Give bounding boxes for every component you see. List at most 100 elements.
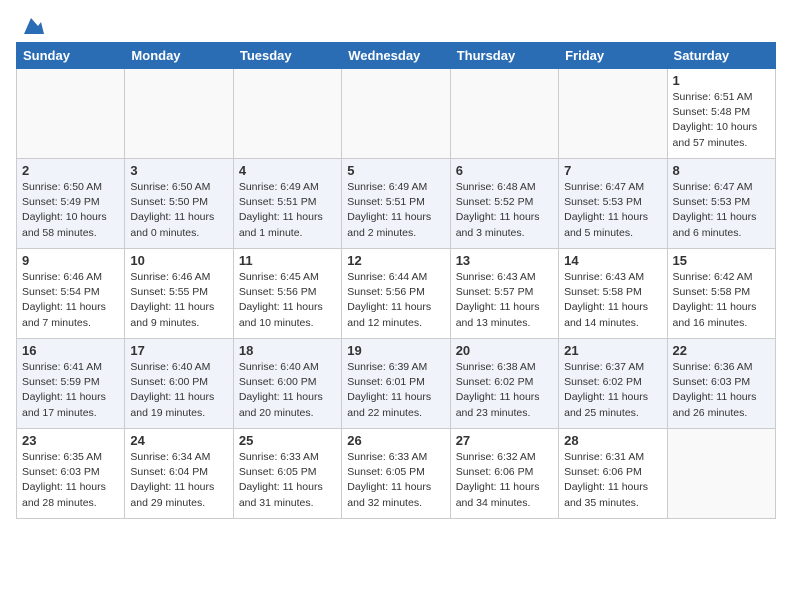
calendar-cell: 25 Sunrise: 6:33 AM Sunset: 6:05 PM Dayli…: [233, 429, 341, 519]
day-number: 4: [239, 163, 336, 178]
day-number: 5: [347, 163, 444, 178]
calendar-cell: 11 Sunrise: 6:45 AM Sunset: 5:56 PM Dayli…: [233, 249, 341, 339]
col-header-tuesday: Tuesday: [233, 43, 341, 69]
calendar-cell: 6Sunrise: 6:48 AM Sunset: 5:52 PM Daylig…: [450, 159, 558, 249]
day-info: Sunrise: 6:38 AM Sunset: 6:02 PM Dayligh…: [456, 360, 553, 421]
day-number: 10: [130, 253, 227, 268]
day-info: Sunrise: 6:51 AM Sunset: 5:48 PM Dayligh…: [673, 90, 770, 151]
col-header-friday: Friday: [559, 43, 667, 69]
day-number: 2: [22, 163, 119, 178]
day-number: 26: [347, 433, 444, 448]
day-number: 27: [456, 433, 553, 448]
day-info: Sunrise: 6:31 AM Sunset: 6:06 PM Dayligh…: [564, 450, 661, 511]
calendar-cell: [450, 69, 558, 159]
calendar-cell: 15 Sunrise: 6:42 AM Sunset: 5:58 PM Dayli…: [667, 249, 775, 339]
day-number: 15: [673, 253, 770, 268]
col-header-monday: Monday: [125, 43, 233, 69]
day-number: 1: [673, 73, 770, 88]
day-info: Sunrise: 6:45 AM Sunset: 5:56 PM Dayligh…: [239, 270, 336, 331]
calendar-cell: [559, 69, 667, 159]
day-info: Sunrise: 6:41 AM Sunset: 5:59 PM Dayligh…: [22, 360, 119, 421]
calendar-cell: [667, 429, 775, 519]
day-number: 13: [456, 253, 553, 268]
calendar-cell: 9 Sunrise: 6:46 AM Sunset: 5:54 PM Daylig…: [17, 249, 125, 339]
calendar-cell: 2 Sunrise: 6:50 AM Sunset: 5:49 PM Daylig…: [17, 159, 125, 249]
calendar-cell: [125, 69, 233, 159]
day-info: Sunrise: 6:36 AM Sunset: 6:03 PM Dayligh…: [673, 360, 770, 421]
calendar-cell: 14 Sunrise: 6:43 AM Sunset: 5:58 PM Dayli…: [559, 249, 667, 339]
calendar-cell: 22 Sunrise: 6:36 AM Sunset: 6:03 PM Dayli…: [667, 339, 775, 429]
day-info: Sunrise: 6:46 AM Sunset: 5:55 PM Dayligh…: [130, 270, 227, 331]
day-number: 22: [673, 343, 770, 358]
calendar-table: SundayMondayTuesdayWednesdayThursdayFrid…: [16, 42, 776, 519]
day-info: Sunrise: 6:40 AM Sunset: 6:00 PM Dayligh…: [239, 360, 336, 421]
day-number: 21: [564, 343, 661, 358]
calendar-cell: 19 Sunrise: 6:39 AM Sunset: 6:01 PM Dayli…: [342, 339, 450, 429]
calendar-cell: 27 Sunrise: 6:32 AM Sunset: 6:06 PM Dayli…: [450, 429, 558, 519]
calendar-cell: 13 Sunrise: 6:43 AM Sunset: 5:57 PM Dayli…: [450, 249, 558, 339]
day-number: 12: [347, 253, 444, 268]
calendar-cell: 4 Sunrise: 6:49 AM Sunset: 5:51 PM Daylig…: [233, 159, 341, 249]
day-number: 28: [564, 433, 661, 448]
day-info: Sunrise: 6:32 AM Sunset: 6:06 PM Dayligh…: [456, 450, 553, 511]
day-number: 11: [239, 253, 336, 268]
calendar-cell: 26 Sunrise: 6:33 AM Sunset: 6:05 PM Dayli…: [342, 429, 450, 519]
day-number: 24: [130, 433, 227, 448]
page-header: [16, 16, 776, 30]
day-number: 3: [130, 163, 227, 178]
calendar-cell: 20 Sunrise: 6:38 AM Sunset: 6:02 PM Dayli…: [450, 339, 558, 429]
day-number: 8: [673, 163, 770, 178]
logo-icon: [18, 16, 44, 36]
calendar-cell: 23 Sunrise: 6:35 AM Sunset: 6:03 PM Dayli…: [17, 429, 125, 519]
calendar-cell: 16 Sunrise: 6:41 AM Sunset: 5:59 PM Dayli…: [17, 339, 125, 429]
day-info: Sunrise: 6:35 AM Sunset: 6:03 PM Dayligh…: [22, 450, 119, 511]
day-info: Sunrise: 6:49 AM Sunset: 5:51 PM Dayligh…: [239, 180, 336, 241]
day-number: 20: [456, 343, 553, 358]
day-number: 23: [22, 433, 119, 448]
day-info: Sunrise: 6:44 AM Sunset: 5:56 PM Dayligh…: [347, 270, 444, 331]
day-number: 16: [22, 343, 119, 358]
calendar-cell: 1 Sunrise: 6:51 AM Sunset: 5:48 PM Daylig…: [667, 69, 775, 159]
day-info: Sunrise: 6:40 AM Sunset: 6:00 PM Dayligh…: [130, 360, 227, 421]
day-number: 9: [22, 253, 119, 268]
day-info: Sunrise: 6:34 AM Sunset: 6:04 PM Dayligh…: [130, 450, 227, 511]
calendar-cell: 7 Sunrise: 6:47 AM Sunset: 5:53 PM Daylig…: [559, 159, 667, 249]
day-info: Sunrise: 6:47 AM Sunset: 5:53 PM Dayligh…: [564, 180, 661, 241]
day-number: 7: [564, 163, 661, 178]
day-number: 14: [564, 253, 661, 268]
day-number: 19: [347, 343, 444, 358]
calendar-cell: 12 Sunrise: 6:44 AM Sunset: 5:56 PM Dayli…: [342, 249, 450, 339]
calendar-cell: 3 Sunrise: 6:50 AM Sunset: 5:50 PM Daylig…: [125, 159, 233, 249]
day-info: Sunrise: 6:37 AM Sunset: 6:02 PM Dayligh…: [564, 360, 661, 421]
calendar-cell: 21 Sunrise: 6:37 AM Sunset: 6:02 PM Dayli…: [559, 339, 667, 429]
day-info: Sunrise: 6:46 AM Sunset: 5:54 PM Dayligh…: [22, 270, 119, 331]
day-number: 17: [130, 343, 227, 358]
day-number: 25: [239, 433, 336, 448]
logo: [16, 16, 44, 30]
calendar-cell: 10 Sunrise: 6:46 AM Sunset: 5:55 PM Dayli…: [125, 249, 233, 339]
calendar-cell: 5 Sunrise: 6:49 AM Sunset: 5:51 PM Daylig…: [342, 159, 450, 249]
day-info: Sunrise: 6:42 AM Sunset: 5:58 PM Dayligh…: [673, 270, 770, 331]
day-number: 18: [239, 343, 336, 358]
day-info: Sunrise: 6:47 AM Sunset: 5:53 PM Dayligh…: [673, 180, 770, 241]
day-info: Sunrise: 6:43 AM Sunset: 5:58 PM Dayligh…: [564, 270, 661, 331]
calendar-cell: [17, 69, 125, 159]
col-header-sunday: Sunday: [17, 43, 125, 69]
day-info: Sunrise: 6:49 AM Sunset: 5:51 PM Dayligh…: [347, 180, 444, 241]
calendar-cell: 24 Sunrise: 6:34 AM Sunset: 6:04 PM Dayli…: [125, 429, 233, 519]
calendar-cell: 17 Sunrise: 6:40 AM Sunset: 6:00 PM Dayli…: [125, 339, 233, 429]
calendar-cell: 28 Sunrise: 6:31 AM Sunset: 6:06 PM Dayli…: [559, 429, 667, 519]
day-info: Sunrise: 6:50 AM Sunset: 5:49 PM Dayligh…: [22, 180, 119, 241]
col-header-thursday: Thursday: [450, 43, 558, 69]
day-info: Sunrise: 6:33 AM Sunset: 6:05 PM Dayligh…: [347, 450, 444, 511]
col-header-saturday: Saturday: [667, 43, 775, 69]
day-info: Sunrise: 6:39 AM Sunset: 6:01 PM Dayligh…: [347, 360, 444, 421]
calendar-cell: 8 Sunrise: 6:47 AM Sunset: 5:53 PM Daylig…: [667, 159, 775, 249]
calendar-cell: [233, 69, 341, 159]
calendar-cell: [342, 69, 450, 159]
day-info: Sunrise: 6:33 AM Sunset: 6:05 PM Dayligh…: [239, 450, 336, 511]
calendar-cell: 18 Sunrise: 6:40 AM Sunset: 6:00 PM Dayli…: [233, 339, 341, 429]
day-info: Sunrise: 6:43 AM Sunset: 5:57 PM Dayligh…: [456, 270, 553, 331]
col-header-wednesday: Wednesday: [342, 43, 450, 69]
day-info: Sunrise: 6:50 AM Sunset: 5:50 PM Dayligh…: [130, 180, 227, 241]
